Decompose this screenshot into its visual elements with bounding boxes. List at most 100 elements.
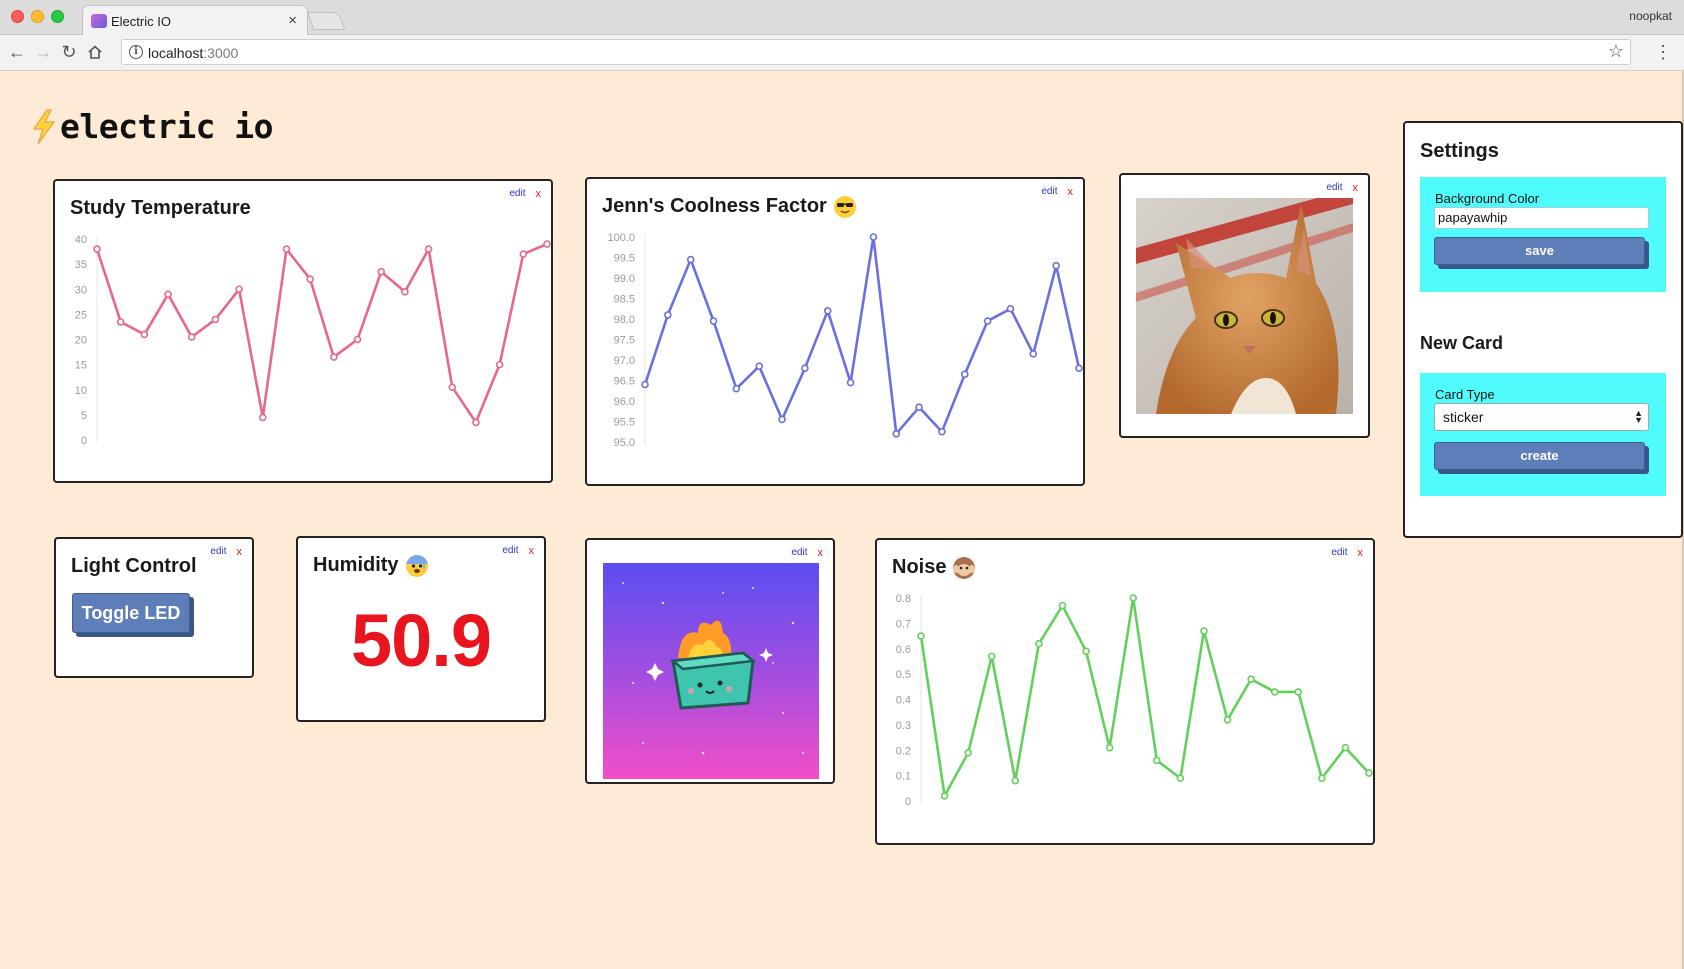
data-point[interactable] — [1129, 594, 1138, 602]
data-point[interactable] — [915, 403, 923, 411]
data-point[interactable] — [1200, 627, 1208, 635]
background-color-input[interactable]: papayawhip — [1434, 207, 1649, 229]
data-point[interactable] — [1341, 743, 1350, 752]
reload-icon[interactable]: ↻ — [57, 40, 81, 64]
data-point[interactable] — [1052, 261, 1060, 270]
remove-card-button[interactable]: x — [1068, 186, 1074, 198]
data-point[interactable] — [306, 275, 314, 284]
remove-card-button[interactable]: x — [1358, 547, 1364, 559]
sunglasses-emoji-icon — [833, 195, 856, 218]
data-point[interactable] — [1058, 601, 1067, 610]
data-point[interactable] — [235, 285, 243, 294]
data-point[interactable] — [1029, 350, 1038, 358]
data-point[interactable] — [258, 413, 267, 422]
data-point[interactable] — [377, 267, 386, 276]
card-actions: edit x — [1331, 547, 1363, 559]
edit-card-link[interactable]: edit — [1331, 547, 1347, 559]
data-point[interactable] — [211, 315, 220, 324]
data-point[interactable] — [755, 362, 764, 370]
data-point[interactable] — [93, 245, 101, 253]
edit-card-link[interactable]: edit — [502, 545, 518, 557]
data-point[interactable] — [472, 418, 480, 427]
browser-menu-icon[interactable]: ⋮ — [1654, 40, 1672, 64]
data-point[interactable] — [801, 364, 809, 372]
data-point[interactable] — [1247, 675, 1255, 683]
data-point[interactable] — [1006, 304, 1015, 313]
remove-card-button[interactable]: x — [237, 546, 243, 558]
data-point[interactable] — [686, 255, 695, 264]
edit-card-link[interactable]: edit — [791, 547, 807, 559]
data-point[interactable] — [543, 240, 551, 248]
data-point[interactable] — [187, 333, 196, 341]
data-point[interactable] — [1152, 756, 1161, 765]
data-point[interactable] — [519, 250, 528, 258]
site-info-icon[interactable]: i — [129, 45, 143, 59]
profile-name[interactable]: noopkat — [1629, 9, 1672, 23]
data-point[interactable] — [917, 632, 925, 640]
address-bar[interactable]: i localhost:3000 ☆ — [121, 39, 1631, 65]
remove-card-button[interactable]: x — [536, 188, 542, 200]
data-point[interactable] — [1365, 769, 1373, 777]
data-point[interactable] — [1082, 647, 1090, 656]
data-point[interactable] — [709, 317, 718, 325]
home-icon[interactable] — [83, 40, 107, 64]
bookmark-star-icon[interactable]: ☆ — [1608, 41, 1624, 62]
data-point[interactable] — [983, 317, 992, 325]
close-window-button[interactable] — [11, 10, 24, 23]
data-point[interactable] — [353, 335, 362, 344]
toggle-led-button[interactable]: Toggle LED — [72, 593, 190, 633]
minimize-window-button[interactable] — [31, 10, 44, 23]
browser-tab-active[interactable]: Electric IO × — [82, 5, 308, 36]
data-point[interactable] — [987, 652, 996, 661]
data-point[interactable] — [1075, 364, 1083, 372]
data-point[interactable] — [140, 330, 149, 339]
remove-card-button[interactable]: x — [529, 545, 535, 557]
data-point[interactable] — [823, 307, 832, 315]
data-point[interactable] — [964, 748, 972, 757]
maximize-window-button[interactable] — [51, 10, 64, 23]
data-point[interactable] — [664, 311, 672, 319]
y-tick-label: 0.2 — [896, 745, 911, 757]
data-point[interactable] — [960, 370, 969, 379]
back-arrow-icon[interactable]: ← — [5, 40, 29, 64]
data-point[interactable] — [892, 430, 901, 438]
data-point[interactable] — [424, 245, 433, 253]
data-point[interactable] — [1035, 639, 1043, 648]
data-point[interactable] — [1318, 774, 1326, 782]
data-point[interactable] — [1270, 688, 1279, 696]
data-point[interactable] — [282, 245, 291, 253]
edit-card-link[interactable]: edit — [1041, 186, 1057, 198]
data-point[interactable] — [1176, 774, 1185, 782]
settings-title: Settings — [1420, 140, 1499, 162]
new-tab-button[interactable] — [306, 12, 346, 30]
data-point[interactable] — [1223, 716, 1232, 724]
data-point[interactable] — [869, 233, 878, 241]
data-point[interactable] — [732, 384, 741, 393]
data-point[interactable] — [448, 383, 457, 392]
save-button[interactable]: save — [1434, 237, 1645, 265]
data-point[interactable] — [938, 427, 946, 436]
card-type-select[interactable]: sticker ▲ ▼ — [1434, 403, 1649, 431]
data-point[interactable] — [495, 360, 504, 369]
edit-card-link[interactable]: edit — [1326, 182, 1342, 194]
create-button[interactable]: create — [1434, 442, 1645, 470]
data-point[interactable] — [1011, 776, 1020, 785]
card-title: Noise — [892, 556, 976, 579]
data-point[interactable] — [401, 287, 409, 296]
edit-card-link[interactable]: edit — [509, 188, 525, 200]
data-point[interactable] — [116, 318, 125, 326]
data-point[interactable] — [641, 380, 649, 389]
cat-photo — [1136, 198, 1353, 414]
remove-card-button[interactable]: x — [1353, 182, 1359, 194]
data-point[interactable] — [846, 378, 855, 387]
remove-card-button[interactable]: x — [818, 547, 824, 559]
data-point[interactable] — [1294, 688, 1303, 696]
data-point[interactable] — [330, 353, 338, 361]
edit-card-link[interactable]: edit — [210, 546, 226, 558]
forward-arrow-icon[interactable]: → — [31, 40, 55, 64]
data-point[interactable] — [778, 415, 786, 424]
data-point[interactable] — [164, 290, 172, 299]
data-point[interactable] — [940, 792, 949, 800]
data-point[interactable] — [1105, 743, 1114, 752]
tab-close-icon[interactable]: × — [288, 12, 297, 29]
